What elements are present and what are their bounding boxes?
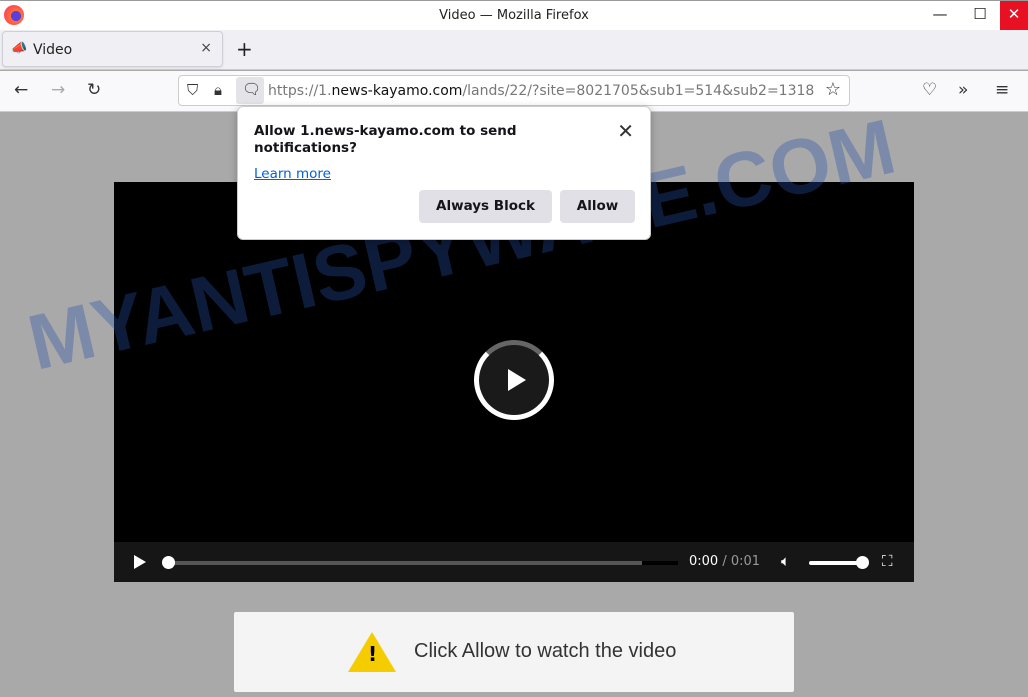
popup-close-button[interactable]: ✕ bbox=[617, 119, 634, 143]
reload-button[interactable]: ↻ bbox=[87, 80, 101, 100]
tab-video[interactable]: 📣 Video × bbox=[2, 31, 223, 67]
progress-bar[interactable] bbox=[168, 561, 678, 565]
buffered-bar bbox=[168, 561, 643, 565]
volume-slider[interactable] bbox=[809, 561, 863, 565]
megaphone-icon: 📣 bbox=[11, 41, 28, 56]
video-player[interactable]: 0:00 / 0:01 🔈︎ ⛶ bbox=[114, 182, 914, 582]
warning-icon: ! bbox=[348, 632, 396, 672]
close-window-button[interactable]: ✕ bbox=[1000, 1, 1028, 30]
menu-button[interactable]: ≡ bbox=[995, 80, 1009, 100]
back-button[interactable]: ← bbox=[14, 80, 28, 100]
always-block-button[interactable]: Always Block bbox=[419, 190, 552, 223]
url-text[interactable]: https://1.news-kayamo.com/lands/22/?site… bbox=[268, 83, 823, 99]
progress-handle[interactable] bbox=[162, 556, 175, 569]
shield-icon[interactable]: ⛉ bbox=[187, 81, 198, 99]
overflow-button[interactable]: » bbox=[958, 80, 968, 100]
forward-button[interactable]: → bbox=[51, 80, 65, 100]
notification-permission-popup: Allow 1.news-kayamo.com to send notifica… bbox=[237, 106, 651, 240]
fullscreen-icon[interactable]: ⛶ bbox=[882, 552, 893, 570]
new-tab-button[interactable]: + bbox=[236, 37, 253, 61]
video-controls: 0:00 / 0:01 🔈︎ ⛶ bbox=[114, 542, 914, 582]
notification-permission-button[interactable]: 🗨︎ bbox=[236, 77, 264, 104]
play-button[interactable] bbox=[134, 555, 146, 569]
pocket-button[interactable]: ♡ bbox=[922, 80, 937, 100]
tab-label: Video bbox=[33, 42, 73, 58]
popup-message: Allow 1.news-kayamo.com to send notifica… bbox=[254, 123, 517, 156]
maximize-button[interactable]: ☐ bbox=[960, 1, 1000, 30]
cta-text: Click Allow to watch the video bbox=[414, 640, 677, 662]
message-icon: 🗨︎ bbox=[242, 80, 262, 98]
tab-close-button[interactable]: × bbox=[200, 40, 212, 56]
minimize-button[interactable]: — bbox=[920, 1, 960, 30]
title-bar: Video — Mozilla Firefox — ☐ ✕ bbox=[0, 0, 1028, 30]
bookmark-star-icon[interactable]: ☆ bbox=[825, 79, 841, 100]
window-title: Video — Mozilla Firefox bbox=[439, 8, 589, 23]
time-display: 0:00 / 0:01 bbox=[689, 554, 761, 569]
allow-button[interactable]: Allow bbox=[560, 190, 635, 223]
cta-banner: ! Click Allow to watch the video bbox=[234, 612, 794, 692]
volume-handle[interactable] bbox=[856, 556, 869, 569]
lock-icon[interactable]: 🔒︎ bbox=[214, 81, 222, 99]
learn-more-link[interactable]: Learn more bbox=[254, 166, 331, 182]
url-bar[interactable]: ⛉ 🔒︎ 🗨︎ https://1.news-kayamo.com/lands/… bbox=[178, 75, 850, 106]
play-overlay-icon[interactable] bbox=[508, 369, 526, 391]
tab-bar: 📣 Video × + bbox=[0, 30, 1028, 70]
volume-icon[interactable]: 🔈︎ bbox=[781, 552, 790, 570]
